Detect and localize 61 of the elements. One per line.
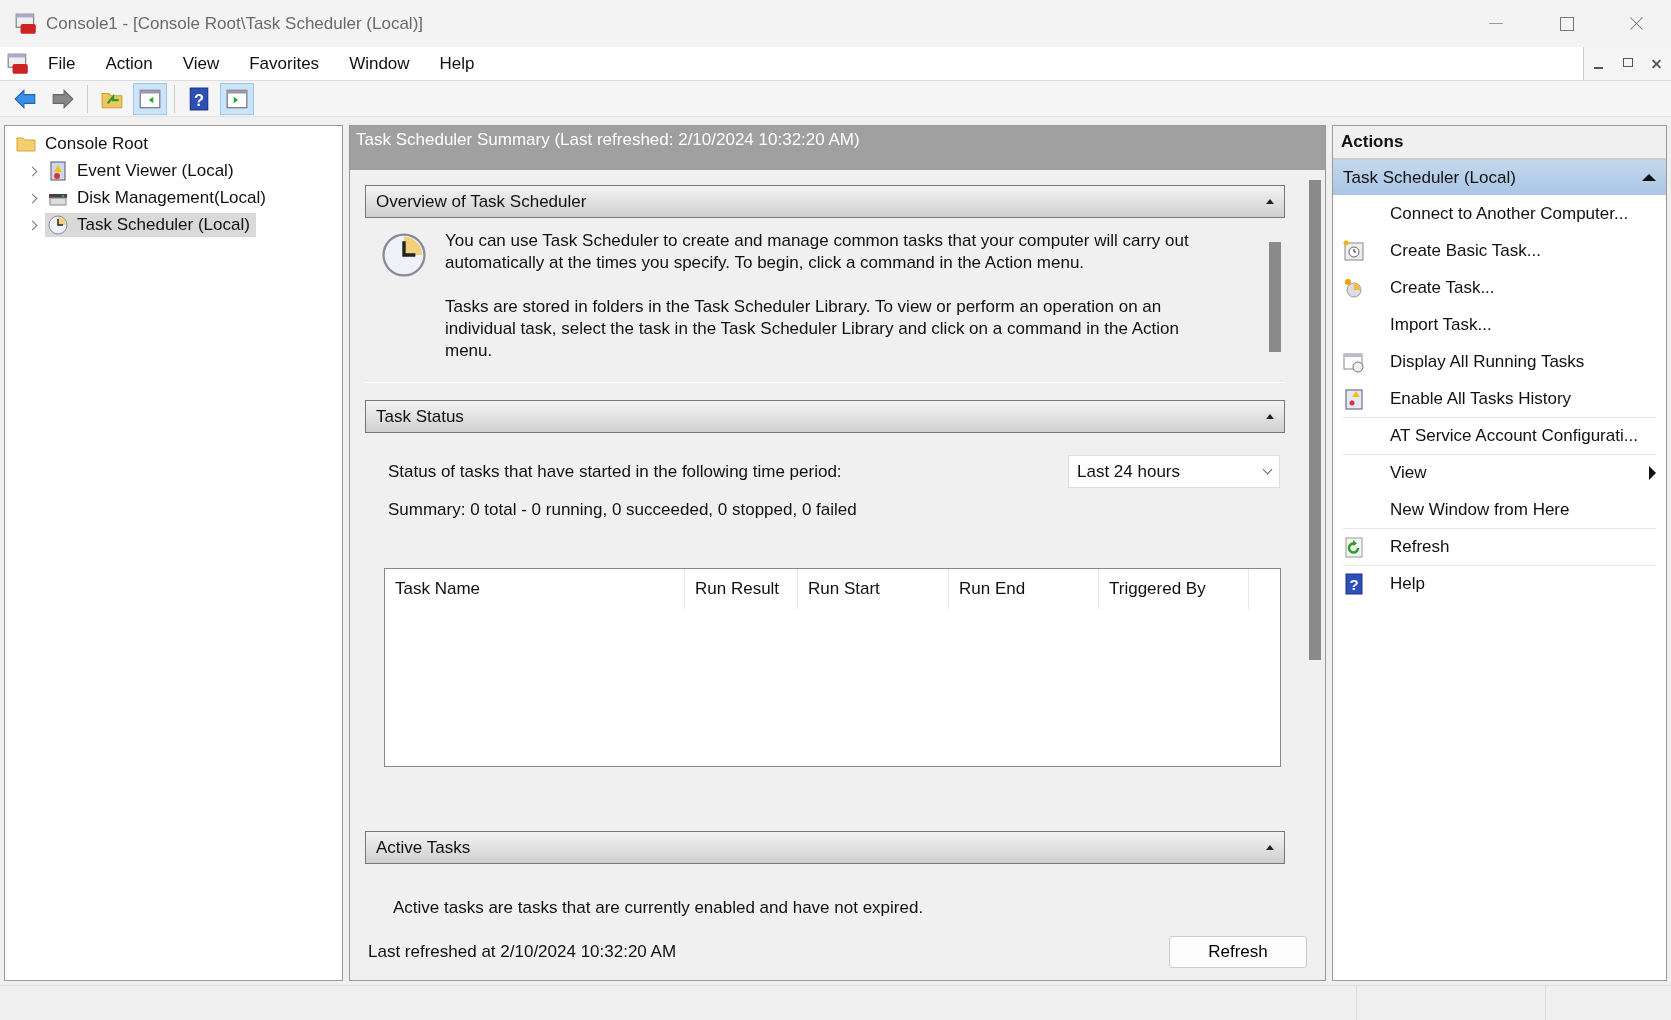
- status-summary: Summary: 0 total - 0 running, 0 succeeded, 0 stopped, 0 failed: [387, 499, 858, 520]
- column-header[interactable]: Run End: [949, 569, 1099, 609]
- toolbar-button[interactable]: [133, 82, 167, 115]
- description-text: Tasks are stored in folders in the Task Scheduler Library. To view or perform an operation on an individual task, select the task in the Task Scheduler Library and click on a command in the Action menu.: [445, 296, 1180, 362]
- period-label: Status of tasks that have started in the following time period:: [388, 461, 842, 482]
- menu-item[interactable]: Help: [425, 53, 491, 74]
- period-dropdown[interactable]: Last 24 hours: [1068, 455, 1280, 488]
- column-header[interactable]: Task Name: [385, 569, 685, 609]
- menu-item[interactable]: Window: [335, 53, 426, 74]
- command-item[interactable]: Enable All Tasks History: [1343, 381, 1656, 418]
- window-title: Console1 - [Console Root\Task Scheduler (Local)]: [46, 13, 425, 34]
- command-item[interactable]: Refresh: [1343, 529, 1656, 566]
- calendar-clock-icon: [1343, 240, 1365, 262]
- menu-item[interactable]: Action: [91, 53, 169, 74]
- command-item[interactable]: Import Task...: [1343, 307, 1656, 344]
- log-book-icon: [47, 159, 69, 182]
- section-header[interactable]: Task Status: [365, 400, 1285, 433]
- column-header[interactable]: Triggered By: [1099, 569, 1249, 609]
- toolbar-button[interactable]: [220, 82, 254, 115]
- last-refreshed-text: Last refreshed at 2/10/2024 10:32:20 AM: [368, 941, 677, 962]
- menu-item[interactable]: View: [168, 53, 236, 74]
- clock-icon: [1343, 277, 1365, 299]
- command-item[interactable]: Create Task...: [1343, 270, 1656, 307]
- collapse-arrow-icon[interactable]: [1642, 174, 1656, 181]
- refresh-icon: [1343, 536, 1365, 558]
- help-icon: ?: [1343, 573, 1365, 595]
- summary-header: Task Scheduler Summary (Last refreshed: 2/10/2024 10:32:20 AM): [350, 126, 1325, 170]
- tree-item[interactable]: Console Root: [13, 131, 154, 156]
- command-item[interactable]: AT Service Account Configurati...: [1343, 418, 1656, 455]
- notebook-icon: [1343, 388, 1365, 410]
- command-item[interactable]: ? Help: [1343, 566, 1656, 603]
- refresh-button[interactable]: Refresh: [1169, 935, 1307, 968]
- command-item[interactable]: Create Basic Task...: [1343, 233, 1656, 270]
- command-item[interactable]: View: [1343, 455, 1656, 492]
- section-header[interactable]: Overview of Task Scheduler: [365, 185, 1285, 218]
- tree-item[interactable]: Task Scheduler (Local): [45, 212, 256, 237]
- column-header[interactable]: Run Start: [798, 569, 949, 609]
- action-group-header[interactable]: Task Scheduler (Local): [1333, 160, 1666, 195]
- clock-icon: [379, 230, 429, 280]
- collapse-arrow-icon[interactable]: [1266, 199, 1274, 204]
- clock-icon: [47, 213, 69, 236]
- column-header[interactable]: Run Result: [685, 569, 798, 609]
- description-text: Active tasks are tasks that are currently enabled and have not expired.: [393, 898, 925, 918]
- window-clock-icon: [1343, 351, 1365, 373]
- back-arrow-icon: [13, 86, 37, 111]
- tree-item[interactable]: Event Viewer (Local): [45, 158, 240, 183]
- description-text: You can use Task Scheduler to create and manage common tasks that your computer will carry out automatically at the times you specify. To begin, click a command in the Action menu.: [445, 230, 1190, 274]
- command-item[interactable]: Display All Running Tasks: [1343, 344, 1656, 381]
- actions-title: Actions: [1333, 126, 1666, 160]
- forward-arrow-icon: [51, 86, 75, 111]
- collapse-arrow-icon[interactable]: [1266, 845, 1274, 850]
- collapse-arrow-icon[interactable]: [1266, 414, 1274, 419]
- section-header[interactable]: Active Tasks: [365, 831, 1285, 864]
- menu-item[interactable]: Favorites: [235, 53, 336, 74]
- submenu-arrow-icon: [1649, 466, 1656, 480]
- app-icon: [6, 51, 30, 76]
- app-icon: [14, 11, 38, 36]
- command-item[interactable]: New Window from Here: [1343, 492, 1656, 529]
- tree-item[interactable]: Disk Management(Local): [45, 185, 272, 210]
- menu-item[interactable]: File: [34, 53, 92, 74]
- command-item[interactable]: Connect to Another Computer...: [1343, 196, 1656, 233]
